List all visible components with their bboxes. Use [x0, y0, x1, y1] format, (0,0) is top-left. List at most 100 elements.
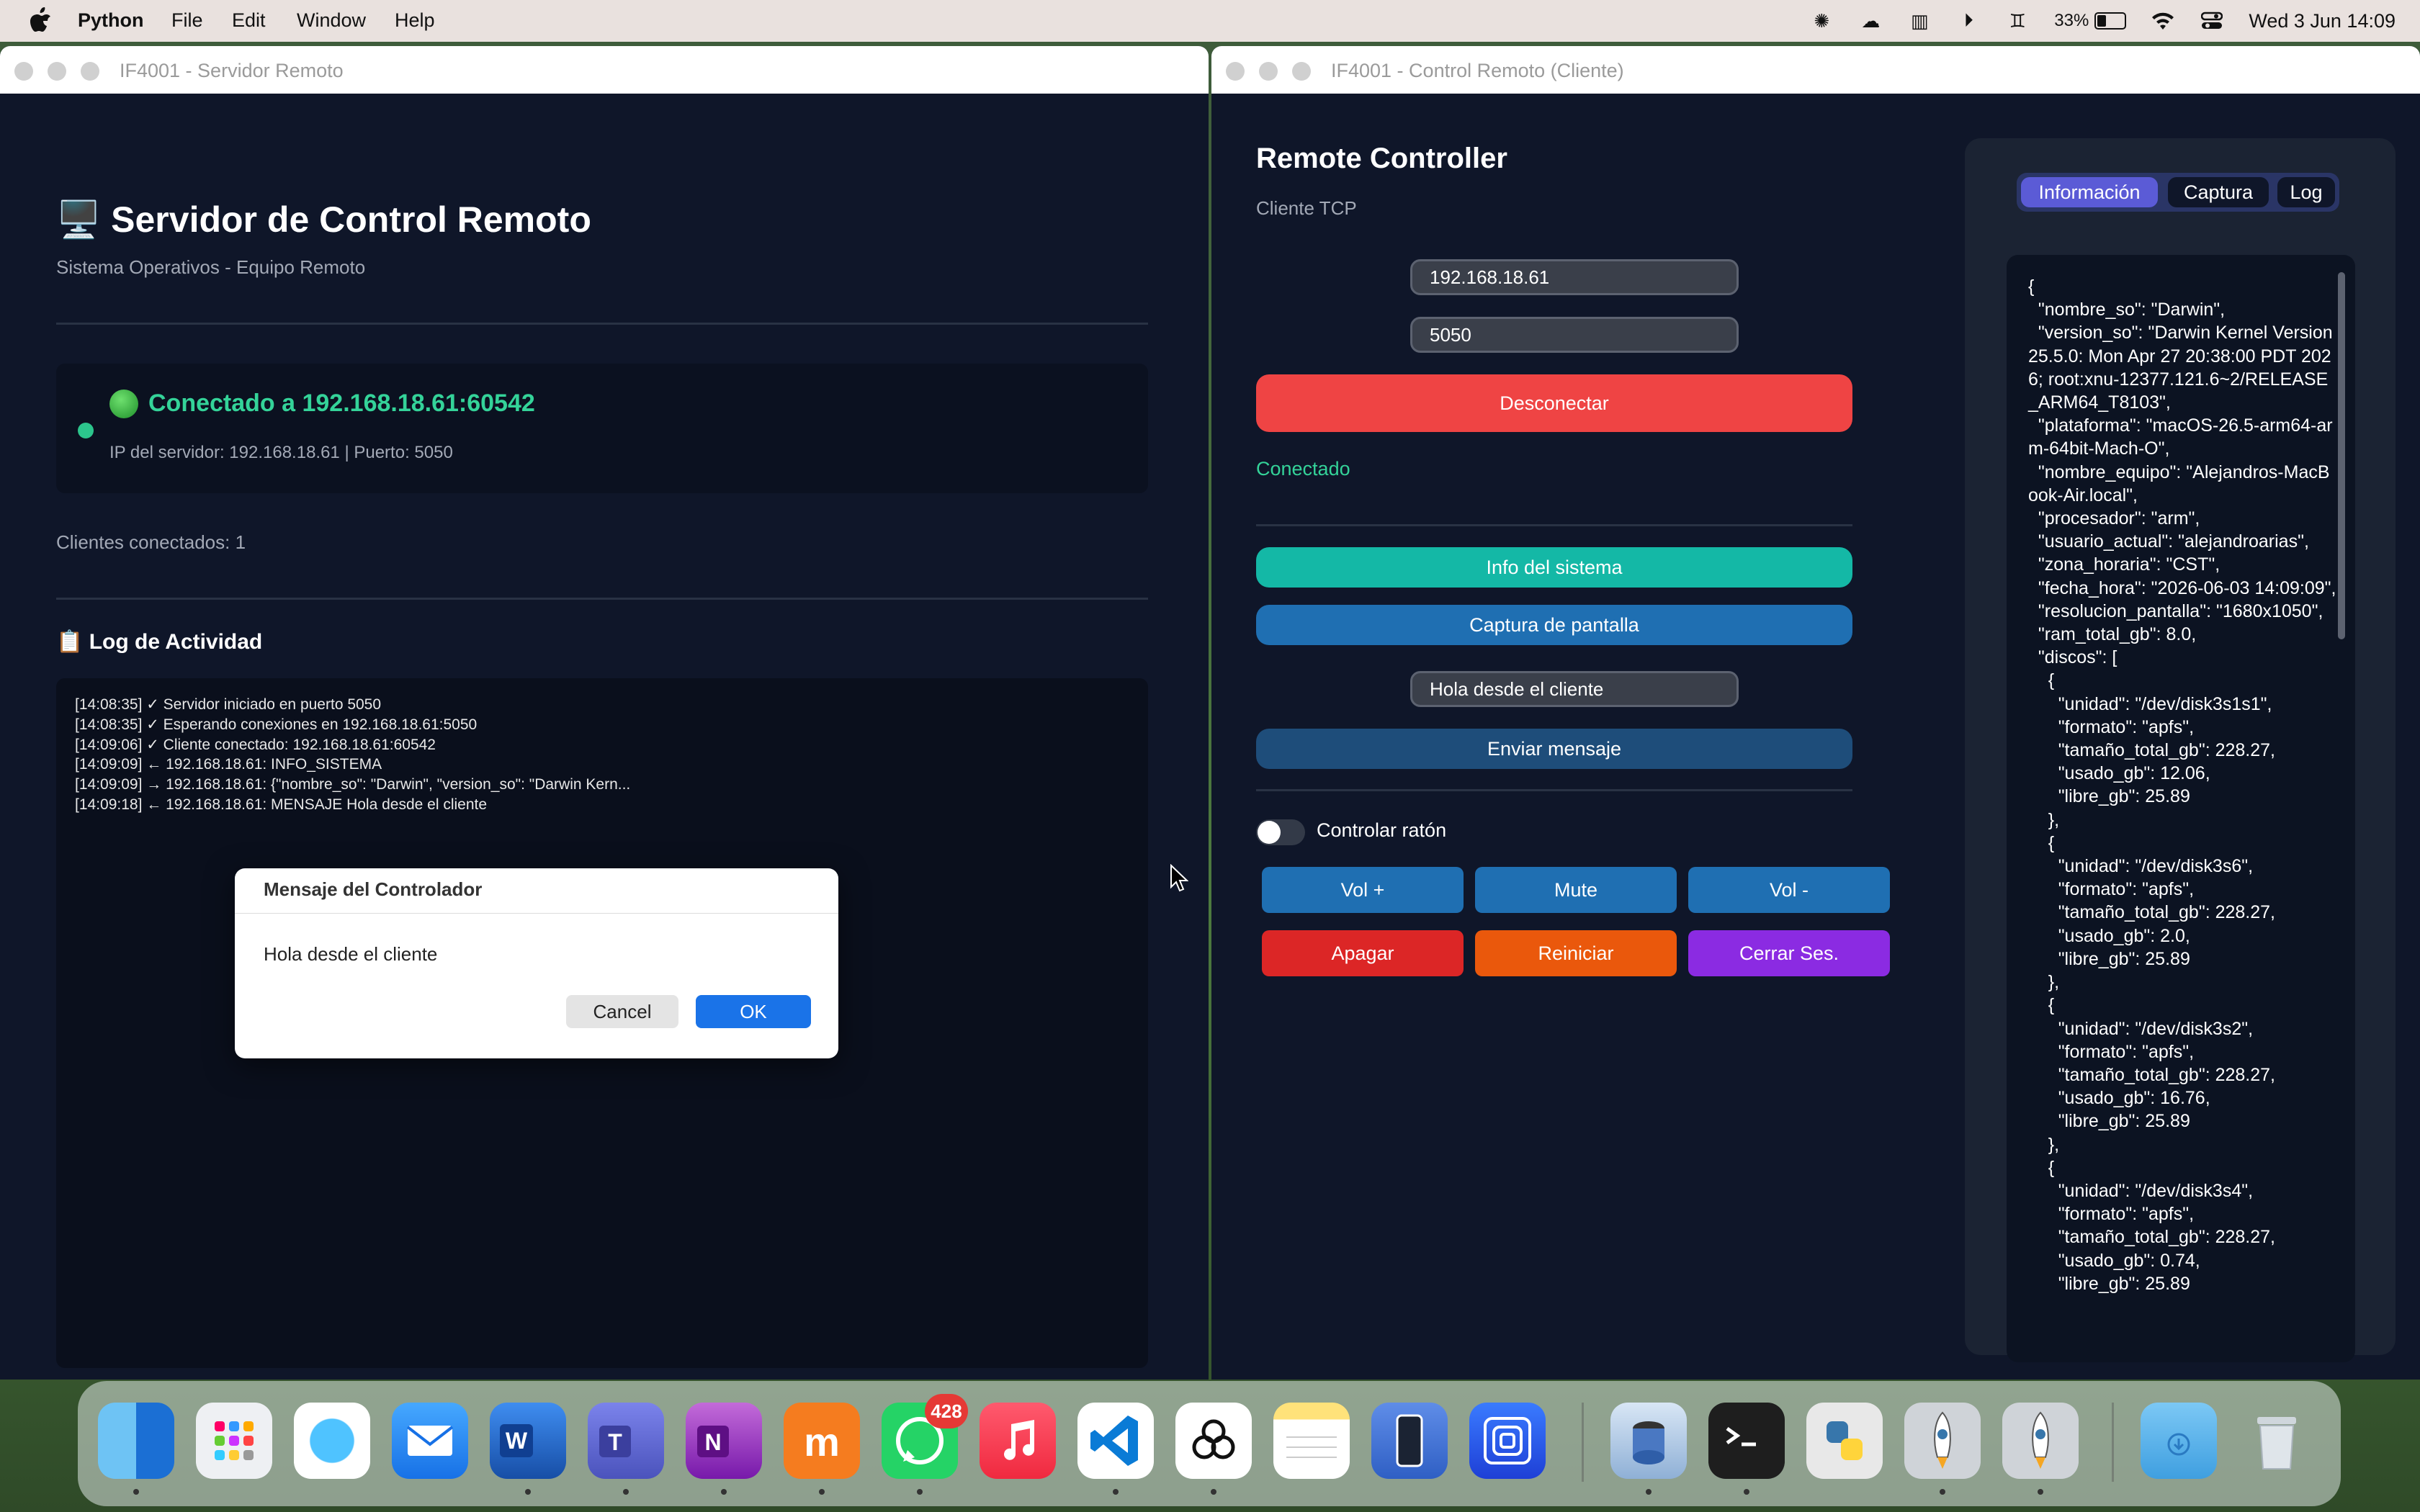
running-indicator [819, 1489, 825, 1495]
battery-icon [2094, 12, 2127, 30]
word-icon[interactable]: W [490, 1403, 566, 1479]
volume-down-button[interactable]: Vol - [1688, 867, 1890, 913]
zoom-button[interactable] [1292, 62, 1311, 81]
downloads-folder-icon[interactable] [2141, 1403, 2217, 1479]
menu-file[interactable]: File [171, 9, 203, 32]
python-editor-icon[interactable] [1806, 1403, 1883, 1479]
server-window-title: IF4001 - Servidor Remoto [120, 60, 344, 81]
tab-log[interactable]: Log [2277, 177, 2335, 207]
menu-edit[interactable]: Edit [232, 9, 266, 32]
whatsapp-icon[interactable]: 428 [882, 1394, 968, 1479]
tab-captura[interactable]: Captura [2168, 177, 2269, 207]
server-title: 🖥️ Servidor de Control Remoto [56, 199, 591, 240]
shutdown-button[interactable]: Apagar [1262, 930, 1464, 976]
divider [235, 913, 838, 914]
mouse-control-toggle[interactable] [1256, 819, 1305, 845]
minimize-button[interactable] [48, 62, 66, 81]
cancel-button[interactable]: Cancel [566, 995, 678, 1028]
ip-input[interactable]: 192.168.18.61 [1410, 259, 1739, 295]
terminal-icon[interactable] [1708, 1403, 1785, 1479]
minimize-button[interactable] [1259, 62, 1278, 81]
running-indicator [721, 1489, 727, 1495]
battery-indicator[interactable]: 33% [2054, 11, 2127, 31]
running-indicator [1113, 1489, 1119, 1495]
scrollbar[interactable] [2338, 272, 2345, 639]
close-button[interactable] [14, 62, 33, 81]
creative-cloud-icon[interactable]: ☁ [1858, 9, 1883, 33]
mouse-cursor-icon [1170, 864, 1188, 892]
teams-icon[interactable]: T [588, 1403, 664, 1479]
menu-bar: Python File Edit Window Help ✺ ☁ ▥ ⏵ ♊ 3… [0, 0, 2420, 42]
restart-button[interactable]: Reiniciar [1475, 930, 1677, 976]
apple-icon[interactable] [29, 7, 52, 33]
mute-button[interactable]: Mute [1475, 867, 1677, 913]
control-center-icon[interactable] [2200, 9, 2224, 33]
system-info-output[interactable]: { "nombre_so": "Darwin", "version_so": "… [2007, 255, 2355, 1362]
divider [1256, 789, 1852, 791]
divider [1256, 524, 1852, 526]
network-icon[interactable] [1469, 1403, 1546, 1479]
svg-text:N: N [704, 1429, 721, 1455]
log-line: [14:08:35] ✓ Esperando conexiones en 192… [75, 716, 478, 733]
safari-icon[interactable] [294, 1403, 370, 1479]
client-window: IF4001 - Control Remoto (Cliente) Remote… [1211, 46, 2420, 1380]
volume-up-button[interactable]: Vol + [1262, 867, 1464, 913]
play-icon[interactable]: ⏵ [1956, 9, 1981, 33]
python-rocket-icon[interactable] [1904, 1403, 1981, 1479]
dialog-message: Hola desde el cliente [264, 943, 438, 965]
mail-icon[interactable] [392, 1403, 468, 1479]
simulator-icon[interactable] [1371, 1403, 1448, 1479]
stats-icon[interactable]: ▥ [1907, 9, 1932, 33]
divider [56, 323, 1148, 325]
send-message-button[interactable]: Enviar mensaje [1256, 729, 1852, 769]
python-launcher-icon[interactable] [1610, 1403, 1687, 1479]
log-line: [14:08:35] ✓ Servidor iniciado en puerto… [75, 696, 382, 713]
running-indicator [525, 1489, 531, 1495]
clients-count: Clientes conectados: 1 [56, 531, 246, 553]
ok-button[interactable]: OK [696, 995, 811, 1028]
server-window: IF4001 - Servidor Remoto 🖥️ Servidor de … [0, 46, 1209, 1380]
airpods-icon[interactable]: ♊ [2005, 9, 2030, 33]
chatgpt-status-icon[interactable]: ✺ [1809, 9, 1834, 33]
port-input[interactable]: 5050 [1410, 317, 1739, 353]
status-dot [78, 423, 94, 438]
clock[interactable]: Wed 3 Jun 14:09 [2249, 10, 2396, 32]
menu-help[interactable]: Help [395, 9, 435, 32]
divider [56, 598, 1148, 600]
music-icon[interactable] [980, 1403, 1056, 1479]
dock-separator [1582, 1403, 1584, 1482]
info-panel: Información Captura Log { "nombre_so": "… [1965, 138, 2396, 1362]
message-input[interactable]: Hola desde el cliente [1410, 671, 1739, 707]
client-subtitle: Cliente TCP [1256, 197, 1357, 219]
running-indicator [1744, 1489, 1749, 1495]
python-rocket-2-icon[interactable] [2002, 1403, 2079, 1479]
client-titlebar[interactable]: IF4001 - Control Remoto (Cliente) [1211, 46, 2420, 94]
logout-button[interactable]: Cerrar Ses. [1688, 930, 1890, 976]
log-title: 📋 Log de Actividad [56, 630, 263, 654]
close-button[interactable] [1226, 62, 1245, 81]
onenote-icon[interactable]: N [686, 1403, 762, 1479]
trash-icon[interactable] [2238, 1403, 2315, 1479]
toggle-knob [1258, 821, 1281, 844]
disconnect-button[interactable]: Desconectar [1256, 374, 1852, 432]
client-title: Remote Controller [1256, 143, 1507, 174]
server-titlebar[interactable]: IF4001 - Servidor Remoto [0, 46, 1209, 94]
json-text: { "nombre_so": "Darwin", "version_so": "… [2028, 276, 2336, 1294]
launchpad-icon[interactable] [196, 1403, 272, 1479]
running-indicator [1940, 1489, 1945, 1495]
svg-text:m: m [804, 1419, 840, 1464]
chatgpt-icon[interactable] [1175, 1403, 1252, 1479]
menu-window[interactable]: Window [297, 9, 366, 32]
moodle-icon[interactable]: m [784, 1403, 860, 1479]
wifi-icon[interactable] [2151, 9, 2175, 33]
system-info-button[interactable]: Info del sistema [1256, 547, 1852, 588]
screenshot-button[interactable]: Captura de pantalla [1256, 605, 1852, 645]
svg-text:T: T [608, 1429, 622, 1455]
vscode-icon[interactable] [1077, 1403, 1154, 1479]
menu-app-name[interactable]: Python [78, 9, 144, 32]
notes-icon[interactable] [1273, 1403, 1350, 1479]
finder-icon[interactable] [98, 1403, 174, 1479]
zoom-button[interactable] [81, 62, 99, 81]
log-line: [14:09:09] → 192.168.18.61: {"nombre_so"… [75, 776, 631, 793]
tab-informacion[interactable]: Información [2021, 177, 2158, 207]
